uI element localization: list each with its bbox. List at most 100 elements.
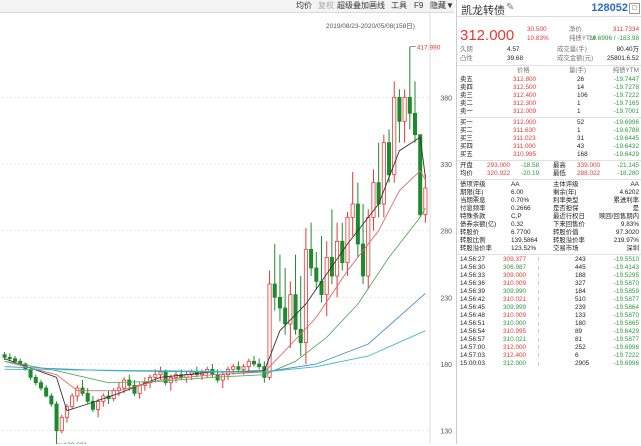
candle-body	[397, 96, 402, 122]
candle-body	[236, 366, 241, 370]
candle-body	[293, 294, 298, 330]
trade-ytm: -19.5870	[613, 280, 639, 287]
stat-value: 123.52%	[511, 245, 537, 252]
toolbar-item-2[interactable]: 超级叠加	[337, 1, 369, 11]
trade-volume: 89	[575, 328, 583, 335]
trade-time: 15:00:03	[460, 360, 485, 367]
divider	[457, 160, 641, 161]
trade-row: 14:56:45 309.999 ↓ 239 -19.5864	[457, 304, 641, 312]
ytm-value: -19.6996 / -183.98	[586, 35, 639, 42]
edit-icon[interactable]: ✎	[506, 2, 514, 13]
stat-value: 139.5864	[511, 237, 538, 244]
stat-value: 0.32	[511, 221, 524, 228]
ask-volume: 1	[577, 100, 581, 107]
trade-direction: ↓	[537, 360, 541, 367]
stat-value: 深圳	[626, 245, 639, 252]
candle-body	[350, 203, 355, 218]
stat-row: 债券余额(亿) 0.32 下来回售价 9.83%	[457, 221, 641, 229]
trade-row: 14:56:39 309.990 ↓ 184 -19.5859	[457, 288, 641, 296]
candle-body	[387, 142, 392, 176]
ask-row: 卖三 312.400 106 -19.7222	[457, 92, 641, 100]
candle-body	[28, 368, 33, 378]
trade-price: 309.999	[503, 304, 527, 311]
candle-body	[355, 203, 360, 245]
trade-volume: 133	[575, 312, 586, 319]
bid-ytm: -19.6445	[613, 135, 639, 142]
y-tick-label: 180	[440, 362, 452, 369]
bid-volume: 52	[577, 119, 585, 126]
trade-ytm: -19.7222	[613, 352, 639, 359]
bid-ytm: -19.6432	[613, 143, 639, 150]
ask-ytm: -19.7278	[613, 84, 639, 91]
trade-row: 14:56:42 310.021 ↑ 510 -19.5877	[457, 296, 641, 304]
trade-price: 312.000	[503, 344, 527, 351]
trade-row: 14:56:30 306.987 ↓ 445 -19.4143	[457, 264, 641, 272]
price-header: 价格	[517, 67, 530, 74]
trade-ytm: -19.5859	[613, 288, 639, 295]
trade-time: 14:57:00	[460, 344, 485, 351]
candle-body	[298, 328, 303, 344]
candle-body	[127, 379, 132, 386]
candle-body	[272, 283, 277, 298]
candle-body	[137, 384, 142, 394]
toolbar-item-0[interactable]: 均价	[296, 1, 312, 11]
price-info-row: 10.83% 纯债YTM -19.6996 / -183.98	[457, 35, 641, 43]
toolbar-item-1[interactable]: 复权	[318, 1, 334, 11]
trade-price: 306.987	[503, 264, 527, 271]
stat-value: 219.97%	[613, 237, 639, 244]
candle-body	[2, 354, 7, 358]
ask-row: 卖一 312.009 1 -19.7001	[457, 108, 641, 116]
stat-label: 转股比例	[460, 237, 486, 244]
toolbar-item-5[interactable]: F9	[414, 1, 423, 11]
trade-row: 14:56:51 310.000 ↓ 180 -19.5865	[457, 320, 641, 328]
candle-body	[402, 96, 407, 122]
ask-price: 312.500	[513, 84, 537, 91]
trade-ytm: -19.6996	[613, 344, 639, 351]
candle-body	[44, 387, 49, 397]
trade-time: 14:56:36	[460, 280, 485, 287]
stat-row: 转股溢价率 123.52% 交易市场 深圳	[457, 245, 641, 253]
trade-row: 14:57:03 312.400 ↑ 6 -19.7222	[457, 352, 641, 360]
candle-body	[12, 358, 17, 362]
trade-direction: ↑	[537, 256, 541, 263]
ohlc-value: 320.922	[487, 170, 511, 177]
ohlc-row: 开盘 293.000 -18.58 最高 339.000 -21.145	[457, 162, 641, 170]
bid-row: 买一 312.000 52 -19.6996	[457, 119, 641, 127]
toolbar-item-4[interactable]: 工具	[391, 1, 407, 11]
toolbar-item-6[interactable]: 隐藏▼	[430, 1, 454, 11]
trade-ytm: -19.5877	[613, 296, 639, 303]
trade-price: 310.021	[503, 296, 527, 303]
bid-volume: 31	[577, 135, 585, 142]
bid-price: 311.630	[513, 127, 536, 134]
candlestick-chart[interactable]: 380 330 280 230 180 130 2019/08/23-2020/05/08(…	[0, 12, 454, 446]
trade-ytm: -19.6996	[613, 360, 639, 367]
bid-row: 买五 310.995 168 -19.6429	[457, 151, 641, 159]
ask-ytm: -19.7222	[613, 92, 639, 99]
candle-body	[220, 374, 225, 381]
security-code[interactable]: 128052	[591, 2, 628, 14]
date-range-label: 2019/08/23-2020/05/08(158日)	[326, 22, 415, 30]
ask-row: 卖五 312.800 26 -19.7447	[457, 76, 641, 84]
stat-label: 转股溢价率	[460, 245, 492, 252]
trade-price: 310.995	[503, 328, 527, 335]
trade-time: 14:56:33	[460, 272, 485, 279]
stat-label: 当期票息	[460, 197, 486, 204]
trade-price: 312.000	[503, 360, 527, 367]
stat-row: 债项评级 AA 主体评级 AA	[457, 181, 641, 189]
candle-body	[231, 366, 236, 370]
y-tick-label: 130	[440, 429, 452, 436]
bid-ytm: -19.6996	[613, 119, 639, 126]
trade-direction: ↑	[537, 352, 541, 359]
orderbook-header: 价格 量(手) 纯债YTM	[457, 67, 641, 75]
ask-volume: 26	[577, 76, 585, 83]
trade-time: 14:56:39	[460, 288, 485, 295]
toolbar-item-3[interactable]: 画线	[369, 1, 385, 11]
stat-label: 转股价值	[553, 229, 579, 236]
ohlc-value: 293.000	[487, 162, 511, 169]
ask-volume: 106	[577, 92, 588, 99]
trade-direction: ↑	[537, 296, 541, 303]
candle-body	[7, 356, 12, 360]
net-price-value: 311.7334	[612, 26, 639, 33]
expand-icon[interactable]: ▢	[629, 3, 640, 14]
bid-ytm: -19.6788	[613, 127, 639, 134]
